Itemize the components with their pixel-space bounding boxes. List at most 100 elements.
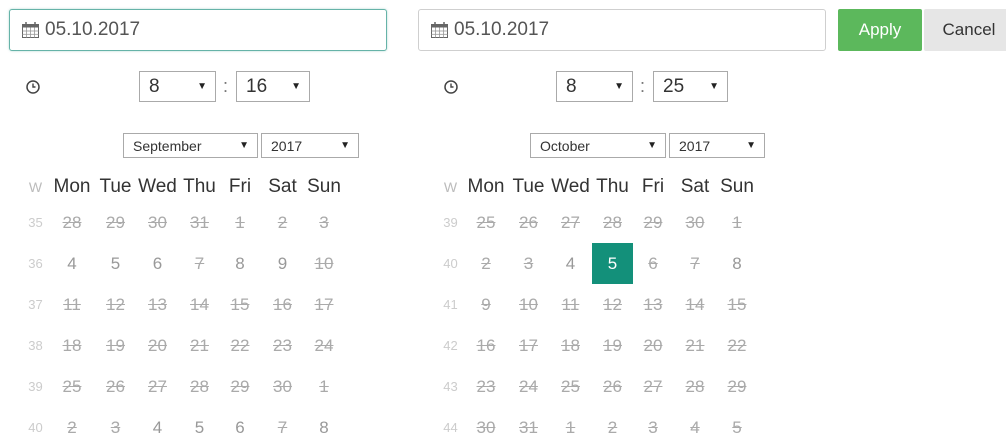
disabled-day: 2: [277, 212, 288, 232]
disabled-day: 2: [607, 417, 618, 437]
disabled-day: 25: [62, 376, 82, 396]
calendar-week-row: 37 11 12 13 14 15 16 17: [22, 284, 343, 325]
weekday-header: Tue: [512, 176, 545, 197]
disabled-day: 27: [148, 376, 167, 396]
week-number: 36: [28, 256, 43, 271]
week-number: 43: [443, 379, 458, 394]
end-month-select[interactable]: October ▼: [530, 133, 666, 158]
weekday-header: Thu: [596, 176, 629, 197]
cancel-button[interactable]: Cancel: [924, 9, 1006, 51]
disabled-day: 1: [319, 376, 329, 396]
calendar-week-row: 36 4 5 6 7 8 9 10: [22, 243, 343, 284]
disabled-day: 29: [230, 376, 250, 396]
calendar-day[interactable]: 6: [136, 243, 179, 284]
week-number: 35: [28, 215, 43, 230]
start-hour-select[interactable]: 8 ▼: [139, 71, 216, 102]
disabled-day: 4: [690, 417, 700, 437]
calendar-week-row: 40 2 3 4 5 6 7 8: [437, 243, 757, 284]
end-date-input[interactable]: 05.10.2017: [418, 9, 826, 51]
weekday-header: Tue: [99, 176, 132, 197]
start-minute-select[interactable]: 16 ▼: [236, 71, 310, 102]
disabled-day: 10: [519, 294, 538, 314]
calendar-day[interactable]: 4: [49, 243, 95, 284]
disabled-day: 30: [476, 417, 496, 437]
disabled-day: 24: [314, 335, 334, 355]
start-date-input[interactable]: 05.10.2017: [9, 9, 387, 51]
disabled-day: 5: [732, 417, 742, 437]
disabled-day: 25: [561, 376, 580, 396]
end-calendar: W Mon Tue Wed Thu Fri Sat Sun 39 25 26 27 28 29 30 1 40…: [437, 172, 757, 448]
weekday-header: Sat: [680, 176, 710, 197]
weekday-header: Fri: [228, 176, 252, 197]
week-number: 40: [443, 256, 458, 271]
disabled-day: 23: [476, 376, 496, 396]
start-month-select[interactable]: September ▼: [123, 133, 258, 158]
time-separator: :: [640, 76, 646, 96]
disabled-day: 30: [685, 212, 705, 232]
disabled-day: 28: [190, 376, 209, 396]
disabled-day: 23: [273, 335, 292, 355]
disabled-day: 6: [648, 253, 658, 273]
end-year-value: 2017: [679, 137, 711, 154]
calendar-day[interactable]: 5: [179, 407, 220, 448]
disabled-day: 11: [63, 294, 81, 314]
end-minute-select[interactable]: 25 ▼: [653, 71, 728, 102]
disabled-day: 27: [561, 212, 580, 232]
time-separator: :: [223, 76, 229, 96]
end-year-select[interactable]: 2017 ▼: [669, 133, 765, 158]
disabled-day: 15: [230, 294, 250, 314]
end-minute-value: 25: [663, 75, 685, 97]
selected-day[interactable]: 5: [592, 243, 633, 284]
weekday-header: Fri: [641, 176, 665, 197]
disabled-day: 1: [565, 417, 576, 437]
disabled-day: 17: [314, 294, 334, 314]
disabled-day: 3: [523, 253, 534, 273]
disabled-day: 20: [643, 335, 663, 355]
start-date-value: 05.10.2017: [45, 19, 141, 40]
calendar-day[interactable]: 8: [220, 243, 260, 284]
apply-button[interactable]: Apply: [838, 9, 922, 51]
calendar-day[interactable]: 8: [717, 243, 757, 284]
disabled-day: 31: [519, 417, 538, 437]
disabled-day: 7: [194, 253, 205, 273]
start-minute-value: 16: [246, 75, 268, 97]
calendar-week-row: 44 30 31 1 2 3 4 5: [437, 407, 757, 448]
calendar-day[interactable]: 4: [549, 243, 592, 284]
calendar-day[interactable]: 9: [260, 243, 305, 284]
calendar-day[interactable]: 6: [220, 407, 260, 448]
weekday-header: Mon: [467, 176, 505, 197]
disabled-day: 16: [273, 294, 292, 314]
disabled-day: 26: [106, 376, 125, 396]
calendar-day[interactable]: 8: [305, 407, 343, 448]
end-hour-select[interactable]: 8 ▼: [556, 71, 633, 102]
calendar-day[interactable]: 5: [95, 243, 136, 284]
weekday-header: Thu: [183, 176, 216, 197]
caret-down-icon: ▼: [647, 140, 657, 151]
disabled-day: 18: [62, 335, 82, 355]
week-number: 42: [443, 338, 458, 353]
disabled-day: 26: [603, 376, 622, 396]
calendar-week-row: 40 2 3 4 5 6 7 8: [22, 407, 343, 448]
disabled-day: 7: [690, 253, 700, 273]
week-number: 38: [28, 338, 43, 353]
disabled-day: 29: [106, 212, 125, 232]
end-date-value: 05.10.2017: [454, 19, 550, 40]
weekday-header: Wed: [551, 176, 590, 197]
caret-down-icon: ▼: [291, 81, 301, 92]
start-year-select[interactable]: 2017 ▼: [261, 133, 359, 158]
disabled-day: 29: [643, 212, 663, 232]
calendar-day[interactable]: 4: [136, 407, 179, 448]
disabled-day: 13: [148, 294, 167, 314]
disabled-day: 2: [481, 253, 491, 273]
calendar-icon: [431, 22, 448, 38]
disabled-day: 30: [273, 376, 292, 396]
weekday-header: Wed: [138, 176, 177, 197]
end-month-value: October: [540, 137, 590, 154]
caret-down-icon: ▼: [239, 140, 249, 151]
disabled-day: 2: [67, 417, 77, 437]
end-hour-value: 8: [566, 75, 577, 97]
disabled-day: 25: [476, 212, 496, 232]
disabled-day: 28: [62, 212, 82, 232]
disabled-day: 10: [314, 253, 334, 273]
calendar-week-row: 38 18 19 20 21 22 23 24: [22, 325, 343, 366]
